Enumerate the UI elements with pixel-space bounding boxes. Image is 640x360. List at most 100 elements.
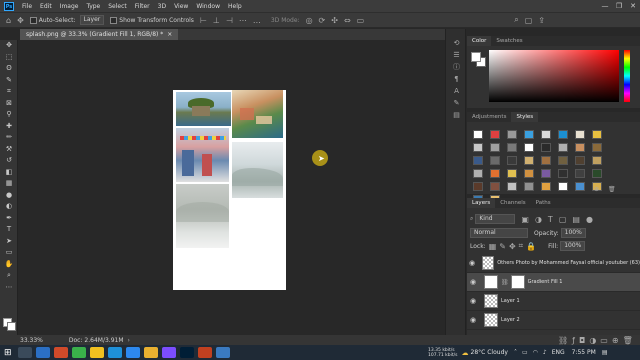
trash-icon[interactable]: 🗑 <box>608 186 616 193</box>
style-swatch[interactable] <box>524 130 534 139</box>
style-swatch[interactable] <box>558 169 568 178</box>
filter-type-icon[interactable]: T <box>548 215 553 224</box>
taskbar-app-icon[interactable] <box>107 347 122 358</box>
zoom-tool-icon[interactable]: ⌕ <box>0 270 18 282</box>
tab-color[interactable]: Color <box>467 36 492 46</box>
slide-icon[interactable]: ⇔ <box>344 16 351 25</box>
share-icon[interactable]: ⇪ <box>538 16 545 25</box>
lock-all-icon[interactable]: 🔒 <box>526 242 536 251</box>
style-swatch[interactable] <box>592 156 602 165</box>
wifi-icon[interactable]: ◠ <box>533 349 538 356</box>
gradient-tool-icon[interactable]: ▦ <box>0 178 18 190</box>
visibility-eye-icon[interactable]: ◉ <box>467 297 479 305</box>
zoom-level[interactable]: 33.33% <box>20 337 43 344</box>
document-tab[interactable]: splash.png @ 33.3% (Gradient Fill 1, RGB… <box>20 29 179 40</box>
style-swatch[interactable] <box>490 169 500 178</box>
type-tool-icon[interactable]: T <box>0 224 18 236</box>
tray-chevron-icon[interactable]: ˄ <box>514 349 517 356</box>
lasso-tool-icon[interactable]: ʘ <box>0 63 18 75</box>
style-swatch[interactable] <box>541 130 551 139</box>
style-swatch[interactable] <box>592 130 602 139</box>
style-swatch[interactable] <box>490 143 500 152</box>
new-group-icon[interactable]: ▭ <box>600 336 608 345</box>
style-swatch[interactable] <box>541 156 551 165</box>
hue-slider[interactable] <box>624 50 630 102</box>
character-icon[interactable]: A <box>446 85 467 97</box>
more-options-icon[interactable]: … <box>253 16 261 25</box>
properties-icon[interactable]: ☰ <box>446 49 467 61</box>
dodge-tool-icon[interactable]: ◐ <box>0 201 18 213</box>
taskbar-app-icon[interactable] <box>35 347 50 358</box>
history-brush-tool-icon[interactable]: ↺ <box>0 155 18 167</box>
frame-tool-icon[interactable]: ⊠ <box>0 98 18 110</box>
filter-toggle-icon[interactable]: ● <box>586 215 593 224</box>
new-layer-icon[interactable]: ⊕ <box>612 336 619 345</box>
info-icon[interactable]: ⓘ <box>446 61 467 73</box>
align-center-icon[interactable]: ⊥ <box>213 16 220 25</box>
taskbar-app-icon[interactable] <box>53 347 68 358</box>
distribute-icon[interactable]: ⋯ <box>239 16 247 25</box>
style-swatch[interactable] <box>473 130 483 139</box>
menu-edit[interactable]: Edit <box>36 3 56 10</box>
taskbar-app-icon[interactable] <box>125 347 140 358</box>
brushes-icon[interactable]: ✎ <box>446 97 467 109</box>
battery-icon[interactable]: ▭ <box>522 349 528 356</box>
auto-select-checkbox[interactable] <box>29 16 37 24</box>
layer-row[interactable]: ◉ Layer 2 <box>467 311 640 330</box>
style-swatch[interactable] <box>575 143 585 152</box>
show-transform-checkbox[interactable] <box>110 16 118 24</box>
new-style-icon[interactable]: ⊕ <box>594 186 599 193</box>
menu-help[interactable]: Help <box>224 3 246 10</box>
style-swatch[interactable] <box>575 182 585 191</box>
style-swatch[interactable] <box>490 156 500 165</box>
align-right-icon[interactable]: ⊣ <box>226 16 233 25</box>
tab-swatches[interactable]: Swatches <box>491 36 527 46</box>
healing-brush-tool-icon[interactable]: ✚ <box>0 121 18 133</box>
style-swatch[interactable] <box>541 169 551 178</box>
style-swatch[interactable] <box>592 169 602 178</box>
hand-tool-icon[interactable]: ✋ <box>0 259 18 271</box>
background-color-swatch[interactable] <box>7 322 16 331</box>
pen-tool-icon[interactable]: ✒ <box>0 213 18 225</box>
rotate-icon[interactable]: ⟳ <box>319 16 326 25</box>
style-swatch[interactable] <box>575 130 585 139</box>
style-swatch[interactable] <box>524 156 534 165</box>
style-swatch[interactable] <box>558 156 568 165</box>
visibility-eye-icon[interactable]: ◉ <box>467 278 479 286</box>
blend-mode-dropdown[interactable]: Normal <box>470 228 528 238</box>
workspace-icon[interactable]: ▢ <box>525 16 533 25</box>
weather-text[interactable]: 28°C Cloudy <box>471 349 508 356</box>
libraries-icon[interactable]: ▤ <box>446 109 467 121</box>
marquee-tool-icon[interactable]: ⬚ <box>0 52 18 64</box>
auto-select-dropdown[interactable]: Layer <box>79 15 105 25</box>
add-mask-icon[interactable]: ◘ <box>579 336 585 345</box>
style-swatch[interactable] <box>507 143 517 152</box>
style-swatch[interactable] <box>575 156 585 165</box>
quick-select-tool-icon[interactable]: ✎ <box>0 75 18 87</box>
menu-window[interactable]: Window <box>192 3 224 10</box>
clone-stamp-tool-icon[interactable]: ⚒ <box>0 144 18 156</box>
style-swatch[interactable] <box>524 143 534 152</box>
menu-select[interactable]: Select <box>104 3 131 10</box>
style-swatch[interactable] <box>558 182 568 191</box>
style-swatch[interactable] <box>490 130 500 139</box>
menu-image[interactable]: Image <box>56 3 83 10</box>
video-camera-icon[interactable]: ▭ <box>357 16 365 25</box>
new-adjustment-icon[interactable]: ◑ <box>589 336 596 345</box>
style-swatch[interactable] <box>575 169 585 178</box>
tab-layers[interactable]: Layers <box>467 198 496 208</box>
style-swatch[interactable] <box>473 169 483 178</box>
link-layers-icon[interactable]: ⛓ <box>558 336 568 345</box>
taskbar-app-icon[interactable] <box>179 347 194 358</box>
style-swatch[interactable] <box>507 182 517 191</box>
paragraph-icon[interactable]: ¶ <box>446 73 467 85</box>
color-picker-field[interactable] <box>489 50 619 102</box>
opacity-input[interactable]: 100% <box>560 228 586 238</box>
search-icon[interactable]: ⌕ <box>514 15 518 25</box>
path-select-tool-icon[interactable]: ➤ <box>0 236 18 248</box>
filter-adjustment-icon[interactable]: ◑ <box>535 215 542 224</box>
tab-paths[interactable]: Paths <box>531 198 556 208</box>
lock-position-icon[interactable]: ✥ <box>509 242 516 251</box>
menu-file[interactable]: File <box>18 3 36 10</box>
style-swatch[interactable] <box>507 169 517 178</box>
